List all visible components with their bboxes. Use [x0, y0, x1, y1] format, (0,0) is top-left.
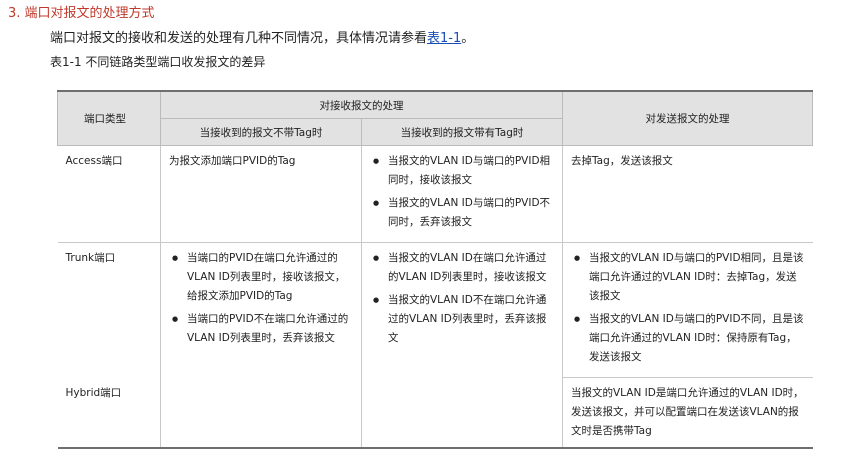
- intro-text: 端口对报文的接收和发送的处理有几种不同情况，具体情况请参看: [50, 31, 428, 46]
- intro-end: 。: [461, 31, 475, 46]
- cell-hybrid-send: 当报文的VLAN ID是端口允许通过的VLAN ID时，发送该报文，并可以配置端…: [562, 377, 813, 449]
- header-send: 对发送报文的处理: [562, 90, 813, 146]
- list-item: 当报文的VLAN ID不在端口允许通过的VLAN ID列表里时，丢弃该报文: [370, 291, 554, 348]
- list-item: 当报文的VLAN ID与端口的PVID相同，且是该端口允许通过的VLAN ID时…: [571, 249, 805, 306]
- cell-access-tagged: 当报文的VLAN ID与端口的PVID相同时，接收该报文 当报文的VLAN ID…: [361, 145, 563, 243]
- port-behavior-table: 端口类型 对接收报文的处理 对发送报文的处理 当接收到的报文不带Tag时 当接收…: [57, 90, 813, 449]
- section-title: 3. 端口对报文的处理方式: [8, 6, 155, 21]
- header-port-type: 端口类型: [57, 90, 161, 146]
- cell-port-name: Trunk端口: [65, 252, 116, 264]
- list-item: 当报文的VLAN ID在端口允许通过的VLAN ID列表里时，接收该报文: [370, 249, 554, 287]
- cell-trunk-send: 当报文的VLAN ID与端口的PVID相同，且是该端口允许通过的VLAN ID时…: [562, 242, 813, 378]
- list-item: 当报文的VLAN ID与端口的PVID不同时，丢弃该报文: [370, 194, 554, 232]
- cell-access-untagged: 为报文添加端口PVID的Tag: [160, 145, 362, 243]
- cell-access-send: 去掉Tag，发送该报文: [562, 145, 813, 243]
- table-caption: 表1-1 不同链路类型端口收发报文的差异: [50, 55, 266, 69]
- table-row-access: Access端口 为报文添加端口PVID的Tag 当报文的VLAN ID与端口的…: [57, 145, 813, 243]
- table-link[interactable]: 表1-1: [427, 31, 461, 46]
- list-item: 当报文的VLAN ID与端口的PVID相同时，接收该报文: [370, 152, 554, 190]
- cell-trunk-hybrid-tagged: 当报文的VLAN ID在端口允许通过的VLAN ID列表里时，接收该报文 当报文…: [361, 242, 563, 449]
- header-tagged: 当接收到的报文带有Tag时: [361, 118, 563, 146]
- list-item: 当端口的PVID不在端口允许通过的VLAN ID列表里时，丢弃该报文: [169, 310, 353, 348]
- intro-paragraph: 端口对报文的接收和发送的处理有几种不同情况，具体情况请参看表1-1。: [50, 27, 474, 46]
- header-untagged: 当接收到的报文不带Tag时: [160, 118, 362, 146]
- list-item: 当端口的PVID在端口允许通过的VLAN ID列表里时，接收该报文，给报文添加P…: [169, 249, 353, 306]
- cell-port-name: Access端口: [57, 145, 161, 243]
- table-row-trunk: Trunk端口 当端口的PVID在端口允许通过的VLAN ID列表里时，接收该报…: [58, 242, 813, 449]
- list-item: 当报文的VLAN ID与端口的PVID不同，且是该端口允许通过的VLAN ID时…: [571, 310, 805, 367]
- header-receive: 对接收报文的处理: [160, 90, 563, 119]
- cell-port-name: Hybrid端口: [57, 377, 161, 449]
- cell-trunk-hybrid-untagged: 当端口的PVID在端口允许通过的VLAN ID列表里时，接收该报文，给报文添加P…: [160, 242, 362, 449]
